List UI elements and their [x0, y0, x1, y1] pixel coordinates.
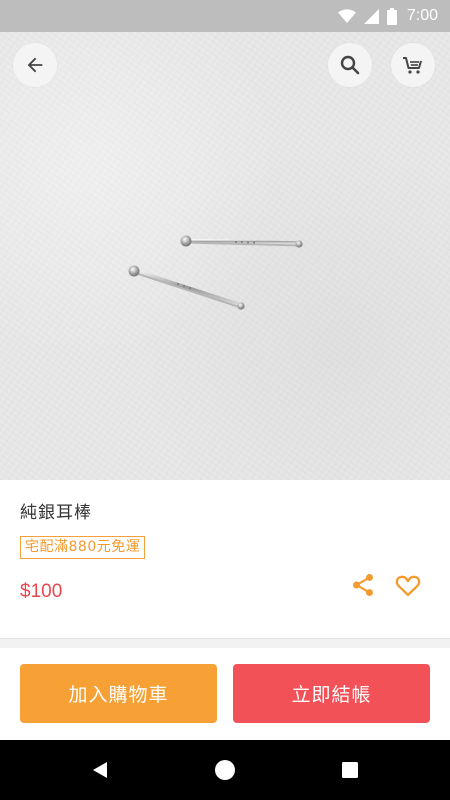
clock-time: 7:00 — [406, 7, 438, 24]
recents-square-icon — [342, 762, 358, 778]
signal-icon — [363, 8, 379, 24]
heart-icon — [395, 575, 421, 597]
action-bar: 加入購物車 立即結帳 — [0, 648, 450, 740]
add-to-cart-button[interactable]: 加入購物車 — [20, 664, 217, 723]
home-circle-icon — [215, 760, 235, 780]
product-title: 純銀耳棒 — [20, 503, 92, 523]
shopping-cart-icon — [403, 57, 422, 74]
share-icon — [353, 573, 373, 597]
nav-home-button[interactable] — [213, 758, 237, 782]
earrings-photo — [128, 235, 303, 310]
system-nav-bar — [0, 740, 450, 800]
search-icon — [340, 55, 360, 75]
status-bar: 7:00 — [0, 0, 450, 32]
product-image[interactable] — [0, 32, 450, 480]
back-button[interactable] — [13, 43, 57, 87]
nav-back-button[interactable] — [88, 758, 112, 782]
product-info: 純銀耳棒 宅配滿880元免運 $100 — [0, 480, 450, 638]
wifi-icon — [337, 9, 356, 23]
section-divider — [0, 638, 450, 648]
favorite-button[interactable] — [393, 570, 423, 600]
checkout-button[interactable]: 立即結帳 — [233, 664, 430, 723]
back-triangle-icon — [93, 762, 107, 778]
share-button[interactable] — [348, 570, 378, 600]
cart-button[interactable] — [391, 43, 435, 87]
arrow-left-icon — [27, 57, 43, 73]
product-price: $100 — [20, 581, 63, 602]
shipping-badge: 宅配滿880元免運 — [20, 536, 146, 559]
search-button[interactable] — [328, 43, 372, 87]
nav-recents-button[interactable] — [338, 758, 362, 782]
battery-icon — [386, 7, 397, 25]
